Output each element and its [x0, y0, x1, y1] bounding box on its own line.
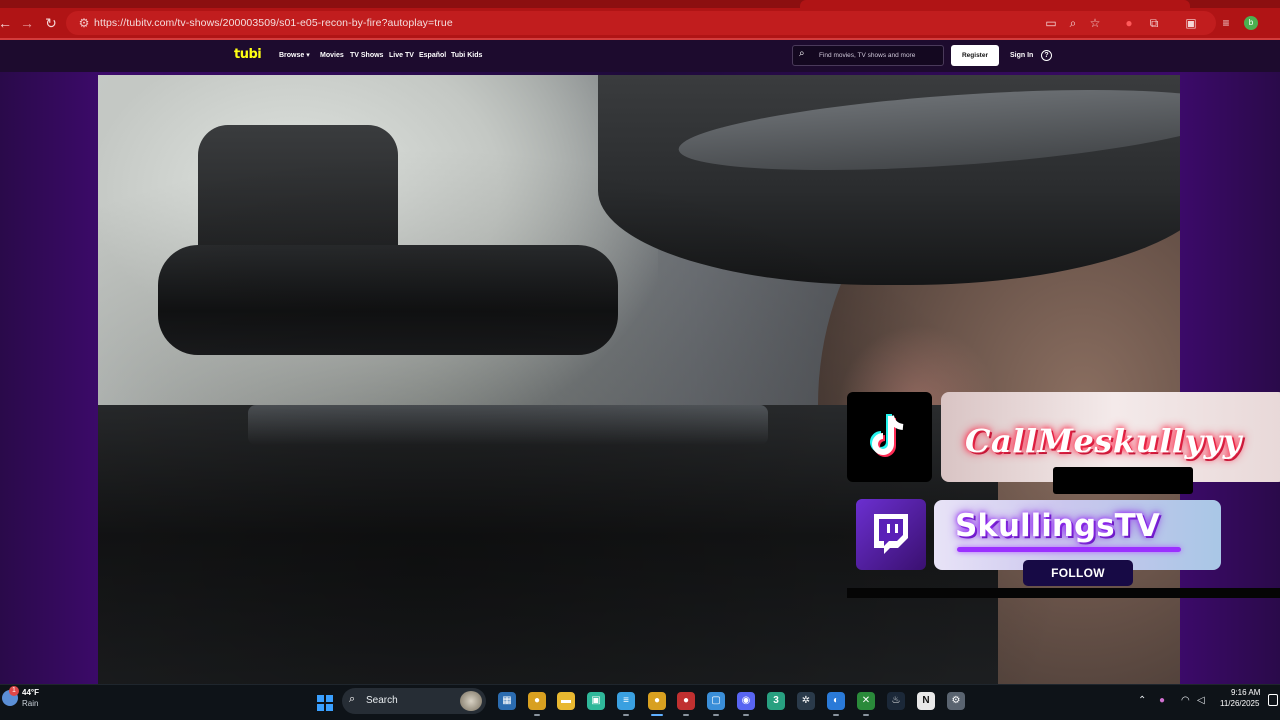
overlay-divider [847, 588, 1280, 598]
url-text[interactable]: https://tubitv.com/tv-shows/200003509/s0… [94, 11, 453, 35]
extensions-puzzle-icon[interactable]: ⧉ [1143, 12, 1165, 34]
tubi-logo[interactable]: tubi [234, 47, 262, 62]
extension-red-icon[interactable]: ● [1118, 12, 1140, 34]
start-windows-icon[interactable] [317, 695, 333, 711]
twitch-underline [957, 547, 1181, 552]
reload-icon[interactable]: ↻ [40, 12, 62, 34]
zoom-icon[interactable]: ⌕ [1062, 12, 1084, 34]
nav-live-tv[interactable]: Live TV [389, 40, 414, 72]
twitch-icon [874, 514, 908, 554]
register-button[interactable]: Register [951, 45, 999, 66]
weather-condition[interactable]: Rain [22, 699, 38, 708]
sign-in-link[interactable]: Sign In [1010, 40, 1033, 72]
taskbar-search-label: Search [366, 695, 398, 706]
nav-tubi-kids[interactable]: Tubi Kids [451, 40, 482, 72]
site-info-icon[interactable]: ⚙ [74, 12, 94, 34]
tubi-navbar: tubi Browse ▾ Movies TV Shows Live TV Es… [0, 40, 1280, 72]
tiktok-icon [870, 414, 904, 457]
clock-date[interactable]: 11/26/2025 [1220, 699, 1259, 708]
file-explorer-icon[interactable]: ▬ [557, 692, 575, 710]
search-icon: ⌕ [799, 48, 805, 59]
tubi-search-input[interactable]: ⌕ Find movies, TV shows and more [792, 45, 944, 66]
app-running-indicator [863, 714, 869, 716]
chrome-active-icon[interactable]: ● [648, 692, 666, 710]
tab-strip [0, 0, 1280, 8]
snipping-icon[interactable]: ▢ [707, 692, 725, 710]
chrome-icon[interactable]: ● [528, 692, 546, 710]
app-running-indicator [833, 714, 839, 716]
twitch-username: SkullingsTV [955, 508, 1160, 544]
wifi-icon[interactable]: ◠ [1181, 695, 1190, 706]
app-running-indicator [651, 714, 663, 716]
chevron-up-icon[interactable]: ⌃ [1138, 695, 1146, 706]
follow-label: FOLLOW [1023, 560, 1133, 586]
side-panel-icon[interactable]: ▣ [1180, 12, 1202, 34]
edge-icon[interactable]: ◐ [827, 692, 845, 710]
chrome-profile-icon[interactable]: ● [677, 692, 695, 710]
nav-browse[interactable]: Browse ▾ [279, 40, 310, 72]
back-icon[interactable]: ← [0, 12, 16, 34]
steam-icon[interactable]: ♨ [887, 692, 905, 710]
tiktok-logo-tile [847, 392, 932, 482]
media-queue-icon[interactable]: ≡ [1215, 12, 1237, 34]
overlay-black-bar [1053, 467, 1193, 494]
search-highlight-image [460, 691, 482, 711]
notion-icon[interactable]: N [917, 692, 935, 710]
app-running-indicator [743, 714, 749, 716]
tiktok-username: CallMeskullyyy [965, 422, 1242, 460]
search-icon: ⌕ [349, 693, 356, 705]
forward-icon[interactable]: → [16, 12, 38, 34]
android-app-icon[interactable]: ▣ [587, 692, 605, 710]
xbox-icon[interactable]: ✕ [857, 692, 875, 710]
microphone-icon[interactable]: ● [1159, 695, 1165, 706]
app-running-indicator [623, 714, 629, 716]
discord-icon[interactable]: ◉ [737, 692, 755, 710]
search-placeholder: Find movies, TV shows and more [819, 52, 916, 59]
weather-badge: 1 [9, 686, 19, 696]
clock-time[interactable]: 9:16 AM [1231, 688, 1260, 697]
address-bar[interactable]: ⚙ https://tubitv.com/tv-shows/200003509/… [66, 11, 1216, 35]
windows-taskbar: 1 44°F Rain ⌕ Search ▦ ● ▬ ▣ ≡ ● ● ▢ ◉ 3 ✲ ◐ ✕ ♨ N ⚙ ⌃ … [0, 684, 1280, 720]
react-icon[interactable]: ✲ [797, 692, 815, 710]
weather-temperature[interactable]: 44°F [22, 688, 39, 697]
browser-toolbar: ← → ↻ ⚙ https://tubitv.com/tv-shows/2000… [0, 8, 1280, 38]
active-tab[interactable] [800, 0, 1190, 8]
notification-icon[interactable] [1268, 694, 1278, 706]
nav-tv-shows[interactable]: TV Shows [350, 40, 383, 72]
notepad-icon[interactable]: ≡ [617, 692, 635, 710]
settings-icon[interactable]: ⚙ [947, 692, 965, 710]
app-running-indicator [534, 714, 540, 716]
photos-icon[interactable]: ▦ [498, 692, 516, 710]
volume-icon[interactable]: ◁ [1197, 695, 1205, 706]
three-app-icon[interactable]: 3 [767, 692, 785, 710]
cast-icon[interactable]: ▭ [1040, 12, 1062, 34]
help-icon[interactable]: ? [1041, 50, 1052, 61]
profile-avatar[interactable]: b [1244, 16, 1258, 30]
app-running-indicator [713, 714, 719, 716]
app-running-indicator [683, 714, 689, 716]
nav-espanol[interactable]: Español [419, 40, 446, 72]
taskbar-search[interactable]: ⌕ Search [342, 688, 486, 714]
nav-movies[interactable]: Movies [320, 40, 344, 72]
bookmark-star-icon[interactable]: ☆ [1084, 12, 1106, 34]
twitch-logo-tile [856, 499, 926, 570]
